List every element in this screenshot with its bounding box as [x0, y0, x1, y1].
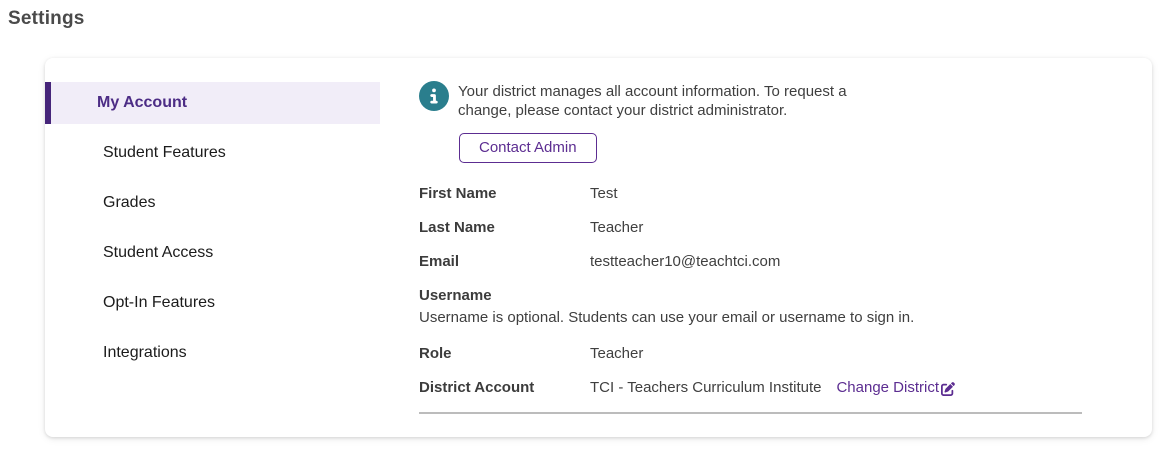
change-district-link[interactable]: Change District [836, 378, 955, 398]
sidebar-item-student-features[interactable]: Student Features [45, 132, 380, 174]
field-value: Test [590, 185, 618, 202]
sidebar-item-label: My Account [97, 94, 188, 111]
edit-icon [941, 382, 955, 396]
field-value: testteacher10@teachtci.com [590, 253, 781, 270]
my-account-panel: Your district manages all account inform… [380, 58, 1152, 437]
field-row-first-name: First Name Test [419, 184, 1082, 204]
sidebar-item-label: Grades [103, 194, 156, 211]
sidebar-item-opt-in-features[interactable]: Opt-In Features [45, 282, 380, 324]
field-row-district-account: District Account TCI - Teachers Curricul… [419, 378, 1082, 398]
change-district-label: Change District [836, 379, 940, 396]
sidebar-item-label: Student Access [103, 244, 214, 261]
field-row-username: Username [419, 286, 1082, 306]
info-circle-icon [419, 81, 449, 111]
contact-admin-button[interactable]: Contact Admin [459, 133, 597, 163]
field-label: Email [419, 253, 460, 270]
username-helper-text: Username is optional. Students can use y… [419, 309, 915, 326]
sidebar-item-grades[interactable]: Grades [45, 182, 380, 224]
field-row-role: Role Teacher [419, 344, 1082, 364]
section-divider [419, 412, 1082, 414]
field-row-email: Email testteacher10@teachtci.com [419, 252, 1082, 272]
sidebar-item-my-account[interactable]: My Account [45, 82, 380, 124]
sidebar-item-label: Opt-In Features [103, 294, 216, 311]
field-row-last-name: Last Name Teacher [419, 218, 1082, 238]
account-fields: First Name Test Last Name Teacher Email … [419, 184, 1082, 414]
field-label: District Account [419, 379, 535, 396]
settings-sidebar: My Account Student Features Grades Stude… [45, 58, 380, 437]
field-value: Teacher [590, 219, 644, 236]
field-label: First Name [419, 185, 497, 202]
field-label: Last Name [419, 219, 495, 236]
notice-text: Your district manages all account inform… [458, 83, 847, 119]
district-managed-notice: Your district manages all account inform… [419, 81, 1082, 120]
sidebar-item-label: Student Features [103, 144, 226, 161]
settings-card: My Account Student Features Grades Stude… [45, 58, 1152, 437]
sidebar-item-student-access[interactable]: Student Access [45, 232, 380, 274]
field-value: Teacher [590, 345, 644, 362]
sidebar-item-label: Integrations [103, 344, 187, 361]
field-label: Username [419, 287, 492, 304]
field-label: Role [419, 345, 452, 362]
page-title: Settings [8, 8, 85, 29]
sidebar-item-integrations[interactable]: Integrations [45, 332, 380, 374]
field-value: TCI - Teachers Curriculum Institute [590, 379, 822, 396]
